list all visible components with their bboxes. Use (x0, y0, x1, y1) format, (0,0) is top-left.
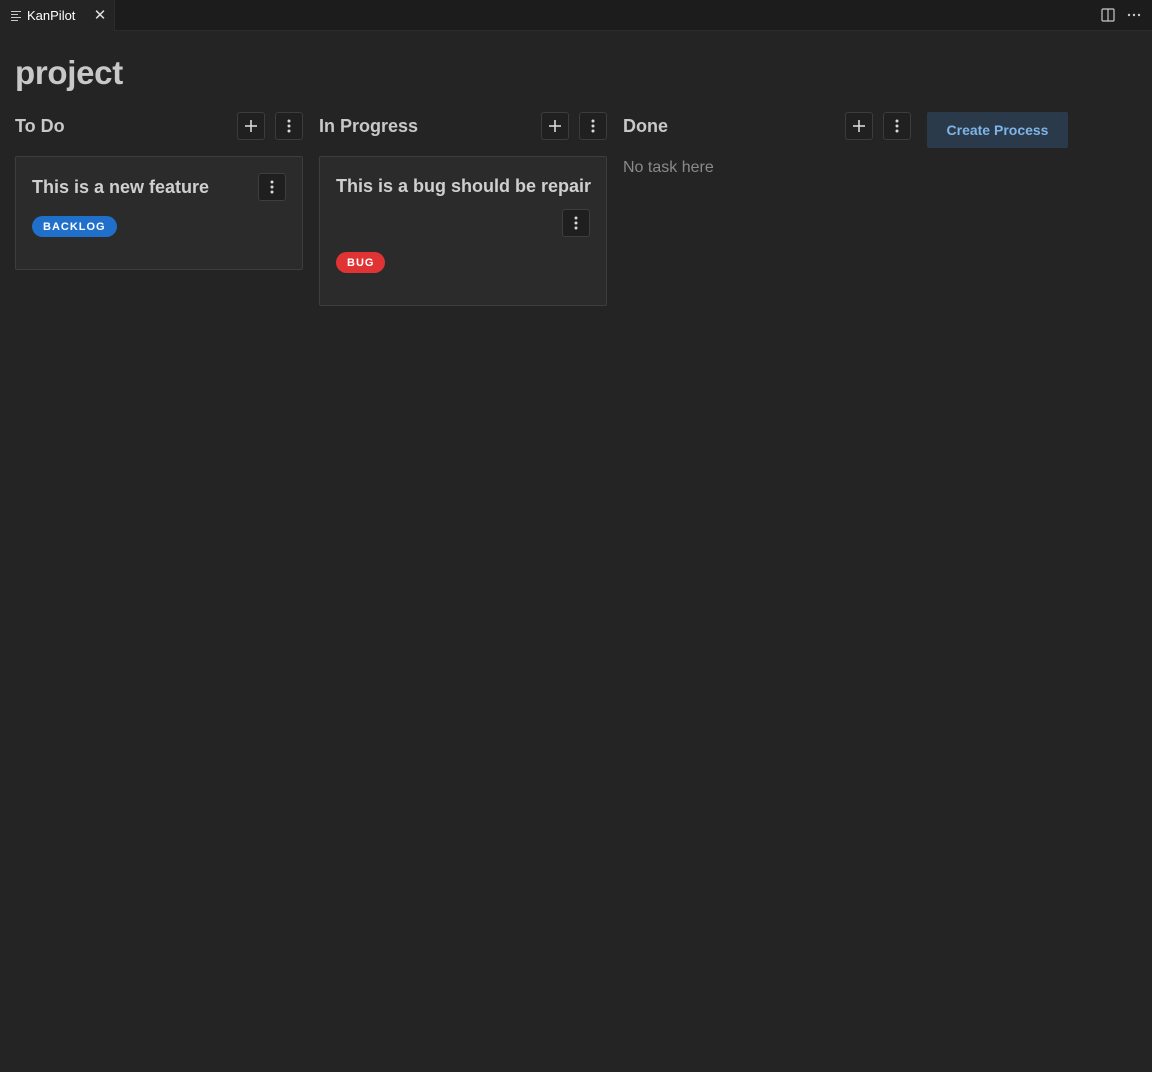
tab-kanpilot[interactable]: KanPilot ✕ (0, 0, 115, 31)
task-card[interactable]: This is a bug should be repair BUG (319, 156, 607, 306)
preview-lines-icon (11, 11, 21, 21)
empty-column-text: No task here (623, 159, 714, 176)
column-title: In Progress (319, 116, 419, 136)
column-header: To Do (15, 112, 303, 140)
plus-icon (245, 120, 257, 132)
split-editor-icon[interactable] (1100, 7, 1116, 23)
status-badge: BACKLOG (32, 216, 117, 237)
plus-icon (853, 120, 865, 132)
kebab-icon (574, 216, 578, 230)
card-title: This is a new feature (32, 177, 210, 197)
column-done: Done No task here (623, 112, 911, 176)
plus-icon (549, 120, 561, 132)
column-todo: To Do This is a new feature BACKLOG (15, 112, 303, 270)
editor-tab-bar: KanPilot ✕ (0, 0, 1152, 31)
editor-actions (1100, 5, 1142, 25)
page-title: project (15, 54, 123, 91)
close-icon[interactable]: ✕ (93, 6, 107, 24)
status-badge: BUG (336, 252, 386, 273)
add-task-button[interactable] (845, 112, 873, 140)
column-menu-button[interactable] (579, 112, 607, 140)
column-header: Done (623, 112, 911, 140)
kebab-icon (270, 180, 274, 194)
create-process-button[interactable]: Create Process (927, 112, 1068, 148)
tab-label: KanPilot (27, 8, 76, 23)
card-menu-button[interactable] (562, 209, 590, 237)
add-task-button[interactable] (237, 112, 265, 140)
column-title: To Do (15, 116, 65, 136)
kebab-icon (287, 119, 291, 133)
task-card[interactable]: This is a new feature BACKLOG (15, 156, 303, 270)
kebab-icon (591, 119, 595, 133)
card-menu-button[interactable] (258, 173, 286, 201)
card-title: This is a bug should be repair (336, 176, 592, 196)
add-task-button[interactable] (541, 112, 569, 140)
column-header: In Progress (319, 112, 607, 140)
more-horizontal-icon[interactable] (1126, 7, 1142, 23)
column-in-progress: In Progress This is a bug should be repa… (319, 112, 607, 306)
column-menu-button[interactable] (883, 112, 911, 140)
column-menu-button[interactable] (275, 112, 303, 140)
kebab-icon (895, 119, 899, 133)
column-title: Done (623, 116, 668, 136)
